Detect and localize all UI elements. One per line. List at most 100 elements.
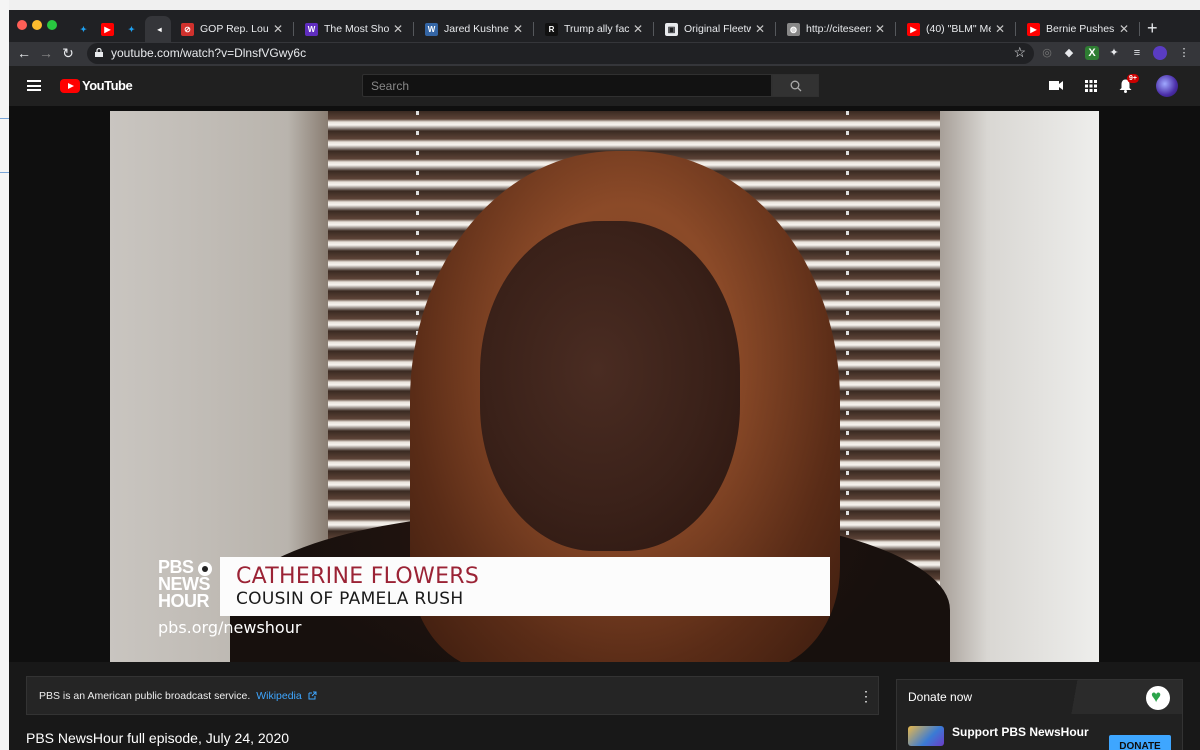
info-panel-text: PBS is an American public broadcast serv… [39,690,251,702]
external-link-icon[interactable] [308,691,317,700]
wikipedia-link[interactable]: Wikipedia [256,690,302,702]
red-circle-icon: ⊘ [181,22,194,36]
close-tab-icon[interactable]: ✕ [633,22,643,36]
video-frame-wall [940,111,1099,662]
support-label: Support PBS NewsHour [952,725,1089,739]
browser-tab[interactable]: ▶ [93,16,115,42]
reload-button[interactable]: ↻ [59,45,77,62]
search-button[interactable] [772,74,819,97]
pbs-head-icon [198,562,212,576]
notification-badge: 9+ [1127,74,1139,83]
minimize-window-button[interactable] [32,20,42,30]
browser-window: ✦ ▶ ✦ ◂ ⊘ GOP Rep. Louie G ✕ W The Most Shocking… [9,10,1200,750]
pbs-logo-line: HOUR [158,591,210,611]
tab-separator [895,22,896,36]
tab-separator [413,22,414,36]
address-bar[interactable]: youtube.com/watch?v=DlnsfVGwy6c ☆ [87,43,1034,64]
excel-extension-icon[interactable]: X [1085,46,1099,60]
puzzle-extensions-icon[interactable]: ✦ [1107,46,1121,60]
donate-card: Donate now Support PBS NewsHour DONATE [896,679,1183,750]
browser-tab[interactable]: ▶ Bernie Pushes Bac ✕ [1019,16,1137,42]
youtube-icon: ▶ [907,22,920,36]
video-frame-speaker-face [480,221,740,551]
menu-icon[interactable]: ⋮ [1177,46,1191,60]
r-icon: R [545,22,558,36]
close-tab-icon[interactable]: ✕ [393,22,403,36]
tab-title: http://citeseerx.ist [806,23,871,35]
browser-toolbar: ← → ↻ youtube.com/watch?v=DlnsfVGwy6c ☆ … [9,42,1200,66]
close-tab-icon[interactable]: ✕ [875,22,885,36]
youtube-icon: ▶ [101,22,114,36]
reading-list-icon[interactable]: ≡ [1130,46,1144,60]
forward-button[interactable]: → [37,45,55,61]
video-title: PBS NewsHour full episode, July 24, 2020 [26,730,290,746]
browser-tab[interactable]: ⊘ GOP Rep. Louie G ✕ [173,16,291,42]
lock-icon [95,48,103,57]
lower-third: CATHERINE FLOWERS COUSIN OF PAMELA RUSH [220,557,830,616]
profile-icon[interactable] [1153,46,1167,60]
desktop-edge [0,0,9,750]
browser-tab[interactable]: ◂ [145,16,171,42]
info-panel-more-icon[interactable]: ⋮ [859,688,873,705]
donate-heading: Donate now [897,680,1182,714]
maximize-window-button[interactable] [47,20,57,30]
bookmark-star-icon[interactable]: ☆ [1013,44,1026,61]
search-icon [790,80,802,92]
tab-separator [653,22,654,36]
search-box [362,74,772,97]
youtube-logo[interactable]: YouTube [60,78,133,93]
youtube-wordmark: YouTube [82,78,133,93]
close-tab-icon[interactable]: ✕ [1119,22,1129,36]
browser-tab[interactable]: ✦ [117,16,139,42]
w-icon: W [425,22,438,36]
tab-separator [1015,22,1016,36]
close-tab-icon[interactable]: ✕ [995,22,1005,36]
youtube-play-icon [60,78,80,93]
dropbox-icon[interactable]: ◆ [1062,46,1076,60]
w-icon: W [305,22,318,36]
extension-icon[interactable]: ◎ [1040,46,1054,60]
back-button[interactable]: ← [15,45,33,61]
browser-tab[interactable]: W The Most Shocking ✕ [297,16,411,42]
tab-title: Jared Kushner Exp [444,23,509,35]
tab-separator [775,22,776,36]
desktop-edge-mark [0,118,9,119]
close-tab-icon[interactable]: ✕ [513,22,523,36]
close-tab-icon[interactable]: ✕ [755,22,765,36]
close-tab-icon[interactable]: ✕ [273,22,283,36]
image-icon: ▣ [665,22,678,36]
desktop-edge-mark [0,172,9,173]
video-player[interactable]: PBS NEWS HOUR CATHERINE FLOWERS COUSIN O… [110,111,1099,662]
globe-icon: ◍ [787,22,800,36]
speaker-icon: ◂ [157,24,162,34]
new-tab-button[interactable]: + [1147,18,1158,39]
guide-menu-icon[interactable] [27,80,41,91]
search-input[interactable] [363,75,771,96]
account-avatar[interactable] [1156,75,1178,97]
donate-heading-text: Donate now [908,690,973,704]
browser-tab[interactable]: ◍ http://citeseerx.ist ✕ [779,16,893,42]
support-thumbnail [908,726,944,746]
browser-tab[interactable]: ▣ Original Fleetwood ✕ [657,16,773,42]
tab-title: Bernie Pushes Bac [1046,23,1115,35]
twitter-icon: ✦ [80,24,87,34]
url-text: youtube.com/watch?v=DlnsfVGwy6c [111,46,307,60]
donate-heart-icon [1146,686,1170,710]
tab-title: Trump ally fact-ch [564,23,629,35]
tab-separator [1139,22,1140,36]
tab-strip: ✦ ▶ ✦ ◂ ⊘ GOP Rep. Louie G ✕ W The Most Shocking… [9,10,1200,42]
browser-tab[interactable]: W Jared Kushner Exp ✕ [417,16,531,42]
apps-grid-icon[interactable] [1085,80,1097,92]
youtube-masthead: YouTube 9+ [9,66,1200,106]
browser-tab[interactable]: R Trump ally fact-ch ✕ [537,16,651,42]
browser-tab[interactable]: ✦ [69,16,91,42]
create-video-icon[interactable] [1049,80,1063,91]
tab-title: The Most Shocking [324,23,389,35]
twitter-icon: ✦ [128,24,135,34]
information-panel: PBS is an American public broadcast serv… [26,676,879,715]
tab-title: GOP Rep. Louie G [200,23,269,35]
pbs-url-overlay: pbs.org/newshour [158,618,302,637]
browser-tab[interactable]: ▶ (40) "BLM" Means ✕ [899,16,1013,42]
close-window-button[interactable] [17,20,27,30]
donate-button[interactable]: DONATE [1109,735,1171,750]
